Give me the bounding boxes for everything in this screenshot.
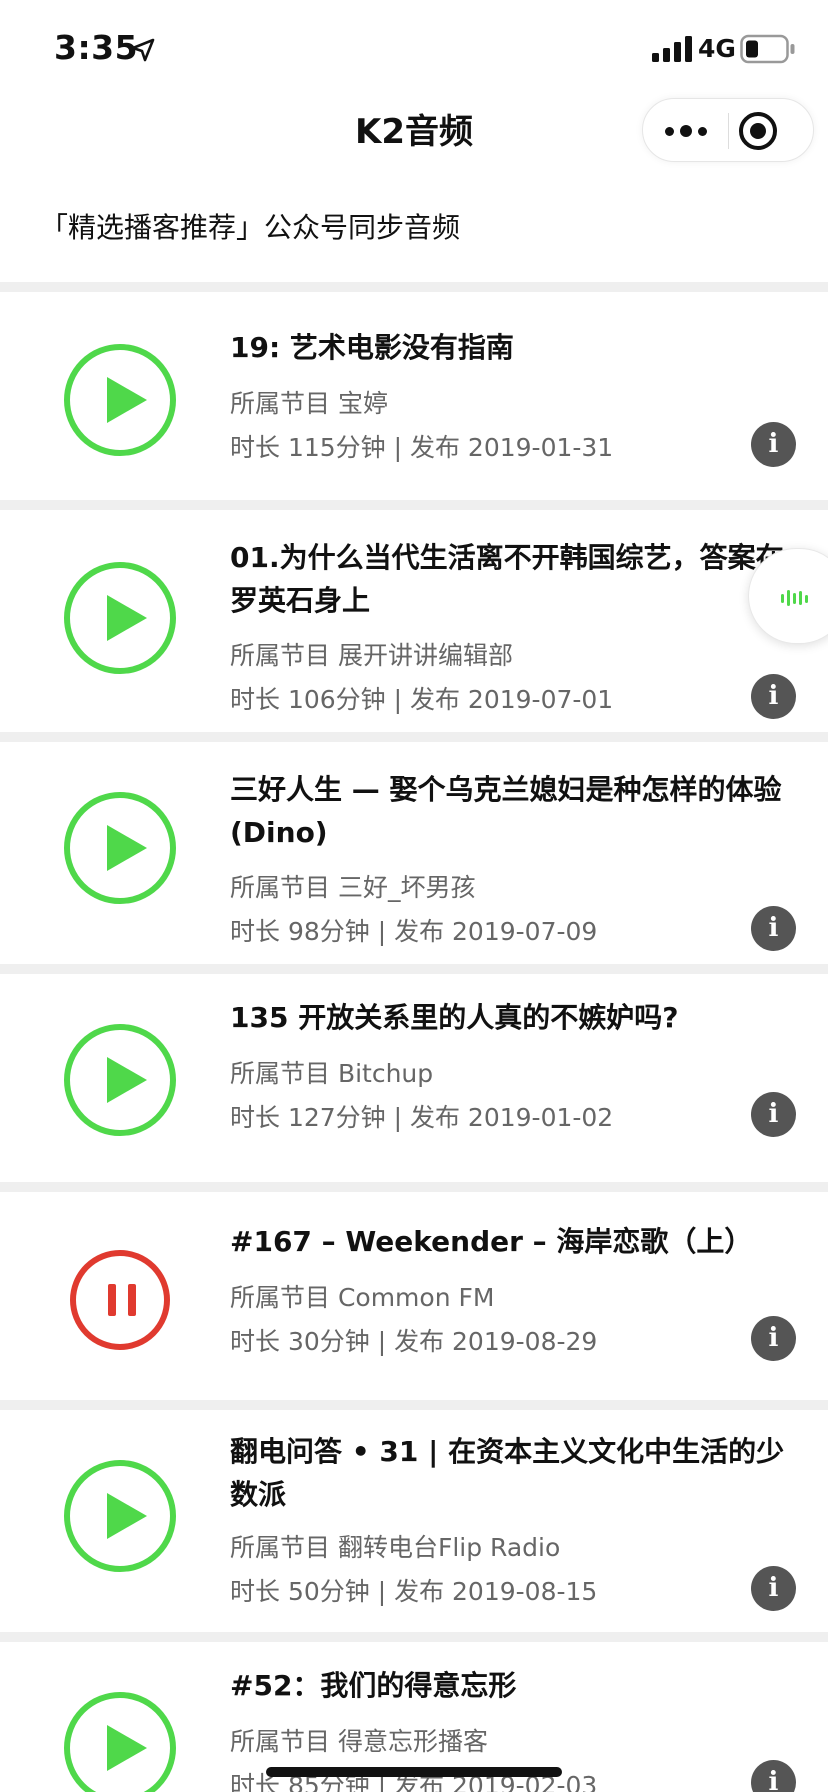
capsule-divider [728,113,729,149]
episode-meta: 时长 98分钟 | 发布 2019-07-09 [230,917,598,946]
divider [0,732,828,742]
episode-program: 所属节目 Common FM [230,1283,495,1312]
info-icon[interactable]: i [751,1092,796,1137]
episode-list: 19: 艺术电影没有指南 所属节目 宝婷 时长 115分钟 | 发布 2019-… [0,282,828,1792]
episode-program: 所属节目 翻转电台Flip Radio [230,1533,561,1562]
episode-program: 所属节目 宝婷 [230,389,388,418]
episode-meta: 时长 127分钟 | 发布 2019-01-02 [230,1103,614,1132]
pause-button[interactable] [70,1250,170,1350]
battery-icon [740,34,795,64]
episode-item[interactable]: #167 – Weekender – 海岸恋歌（上） 所属节目 Common F… [0,1192,828,1400]
info-icon[interactable]: i [751,1566,796,1611]
close-mini-program-button[interactable] [739,112,777,150]
episode-program: 所属节目 得意忘形播客 [230,1727,488,1756]
episode-meta: 时长 50分钟 | 发布 2019-08-15 [230,1577,598,1606]
episode-program: 所属节目 展开讲讲编辑部 [230,641,513,670]
play-button[interactable] [64,792,176,904]
episode-program: 所属节目 Bitchup [230,1059,434,1088]
more-button[interactable] [643,99,729,163]
divider [0,1400,828,1410]
info-icon[interactable]: i [751,674,796,719]
episode-title: 三好人生 — 娶个乌克兰媳妇是种怎样的体验 (Dino) [230,773,782,849]
episode-title: 19: 艺术电影没有指南 [230,331,514,364]
audio-wave-icon [781,590,808,606]
divider [0,1182,828,1192]
info-icon[interactable]: i [751,906,796,951]
episode-meta: 时长 115分钟 | 发布 2019-01-31 [230,433,614,462]
location-arrow-icon [131,38,155,62]
episode-meta: 时长 30分钟 | 发布 2019-08-29 [230,1327,598,1356]
episode-title: 01.为什么当代生活离不开韩国综艺，答案在罗英石身上 [230,541,784,617]
episode-item[interactable]: 135 开放关系里的人真的不嫉妒吗? 所属节目 Bitchup 时长 127分钟… [0,974,828,1182]
home-indicator [266,1767,562,1777]
episode-title: #167 – Weekender – 海岸恋歌（上） [230,1225,753,1258]
page-subtitle: 「精选播客推荐」公众号同步音频 [40,211,461,244]
episode-meta: 时长 106分钟 | 发布 2019-07-01 [230,685,614,714]
more-dot-icon [680,125,692,137]
episode-title: 135 开放关系里的人真的不嫉妒吗? [230,1001,679,1034]
divider [0,964,828,974]
play-button[interactable] [64,1024,176,1136]
episode-item[interactable]: 19: 艺术电影没有指南 所属节目 宝婷 时长 115分钟 | 发布 2019-… [0,292,828,500]
divider [0,1632,828,1642]
episode-item[interactable]: 三好人生 — 娶个乌克兰媳妇是种怎样的体验 (Dino) 所属节目 三好_坏男孩… [0,742,828,964]
status-time: 3:35 [54,28,139,67]
signal-icon [652,36,692,62]
episode-program: 所属节目 三好_坏男孩 [230,873,476,902]
mini-program-capsule [642,98,814,162]
play-button[interactable] [64,1460,176,1572]
play-button[interactable] [64,344,176,456]
divider [0,500,828,510]
info-icon[interactable]: i [751,1760,796,1792]
app-screen: 3:35 4G K2音频 「精选播客推荐」公众号同步音频 19: 艺术电影没有指… [0,0,828,1792]
divider [0,282,828,292]
episode-item[interactable]: 翻电问答 • 31 | 在资本主义文化中生活的少数派 所属节目 翻转电台Flip… [0,1410,828,1632]
more-dot-icon [698,126,707,136]
episode-title: 翻电问答 • 31 | 在资本主义文化中生活的少数派 [230,1435,785,1511]
play-button[interactable] [64,1692,176,1792]
more-dot-icon [665,126,674,136]
info-icon[interactable]: i [751,1316,796,1361]
network-label: 4G [698,34,736,63]
episode-title: #52：我们的得意忘形 [230,1669,517,1702]
play-button[interactable] [64,562,176,674]
info-icon[interactable]: i [751,422,796,467]
episode-item[interactable]: 01.为什么当代生活离不开韩国综艺，答案在罗英石身上 所属节目 展开讲讲编辑部 … [0,510,828,732]
status-bar: 3:35 4G [0,0,828,96]
